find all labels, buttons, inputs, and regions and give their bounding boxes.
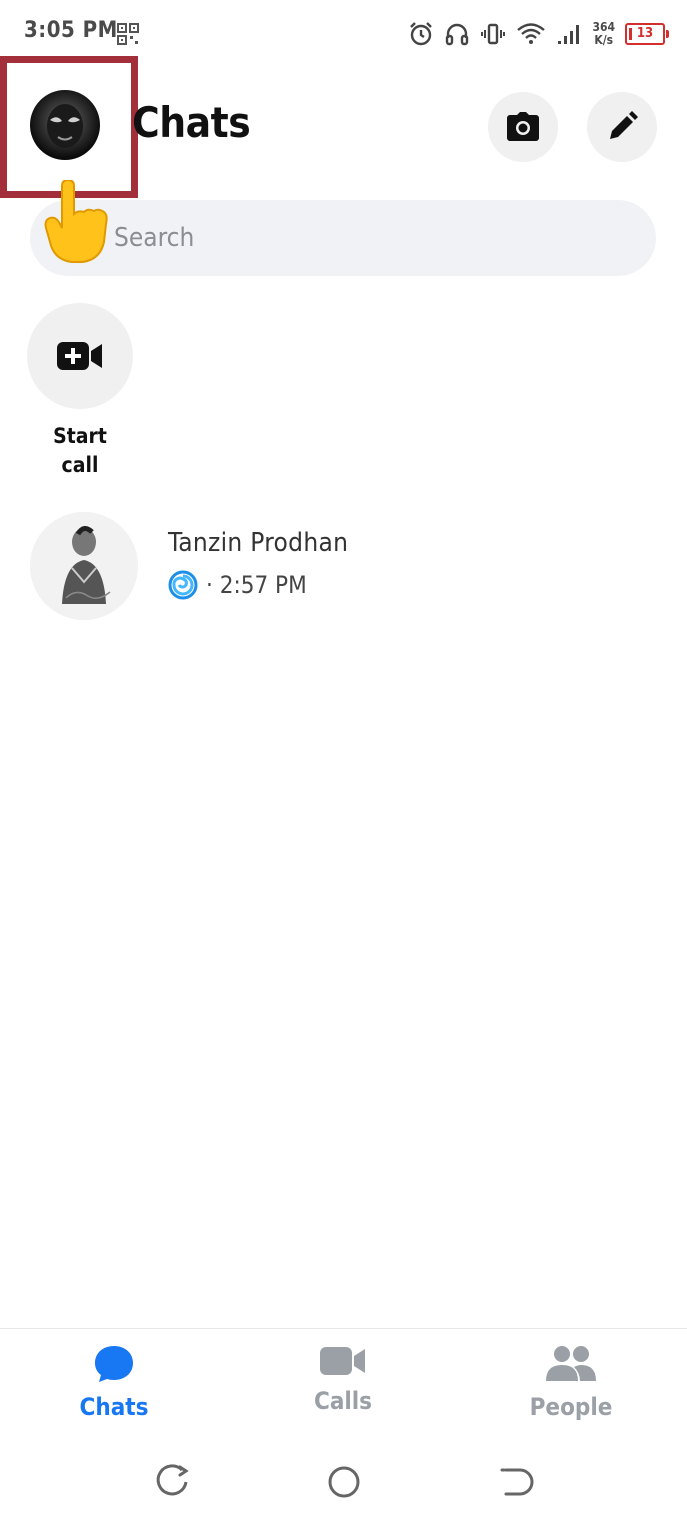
recent-apps-icon[interactable] bbox=[152, 1462, 192, 1502]
people-icon bbox=[546, 1346, 596, 1381]
back-icon[interactable] bbox=[496, 1462, 536, 1502]
tab-chats[interactable]: Chats bbox=[39, 1345, 189, 1421]
video-plus-icon bbox=[57, 342, 102, 370]
compose-button[interactable] bbox=[587, 92, 657, 162]
start-call-label: Start call bbox=[20, 422, 140, 480]
vibrate-icon bbox=[481, 23, 506, 45]
chat-last-time: · 2:57 PM bbox=[206, 571, 307, 599]
network-speed: 364 K/s bbox=[592, 21, 615, 47]
status-time: 3:05 PM bbox=[24, 18, 118, 43]
search-placeholder: Search bbox=[114, 223, 195, 253]
video-camera-icon bbox=[320, 1347, 365, 1375]
status-icons: 364 K/s 13 bbox=[408, 16, 669, 52]
tab-people[interactable]: People bbox=[496, 1345, 646, 1421]
qr-code-icon bbox=[117, 23, 139, 45]
battery-icon: 13 bbox=[625, 23, 669, 45]
chat-contact-name: Tanzin Prodhan bbox=[168, 528, 349, 558]
chat-avatar bbox=[30, 512, 138, 620]
alarm-icon bbox=[410, 22, 433, 46]
chat-meta: · 2:57 PM bbox=[168, 570, 307, 600]
tab-calls[interactable]: Calls bbox=[268, 1345, 418, 1415]
net-speed-unit: K/s bbox=[594, 33, 614, 47]
start-call-label-line1: Start bbox=[53, 424, 107, 448]
battery-level: 13 bbox=[636, 26, 654, 41]
profile-avatar[interactable] bbox=[30, 90, 100, 160]
tab-calls-label: Calls bbox=[313, 1387, 373, 1415]
pointing-hand-icon bbox=[44, 180, 108, 263]
wifi-icon bbox=[517, 23, 546, 44]
tab-chats-label: Chats bbox=[79, 1393, 149, 1421]
home-icon[interactable] bbox=[324, 1462, 364, 1502]
swirl-sticker-icon bbox=[168, 570, 198, 600]
camera-icon bbox=[507, 112, 539, 141]
camera-button[interactable] bbox=[488, 92, 558, 162]
sketch-portrait-image bbox=[30, 512, 138, 620]
start-call-button[interactable] bbox=[27, 303, 133, 409]
signal-icon bbox=[558, 25, 580, 44]
pencil-icon bbox=[610, 111, 638, 139]
page-title: Chats bbox=[132, 98, 251, 147]
headphones-icon bbox=[446, 23, 469, 46]
start-call-label-line2: call bbox=[61, 453, 99, 477]
tab-people-label: People bbox=[529, 1393, 613, 1421]
mask-avatar-image bbox=[47, 104, 83, 148]
chat-bubble-icon bbox=[95, 1346, 133, 1382]
